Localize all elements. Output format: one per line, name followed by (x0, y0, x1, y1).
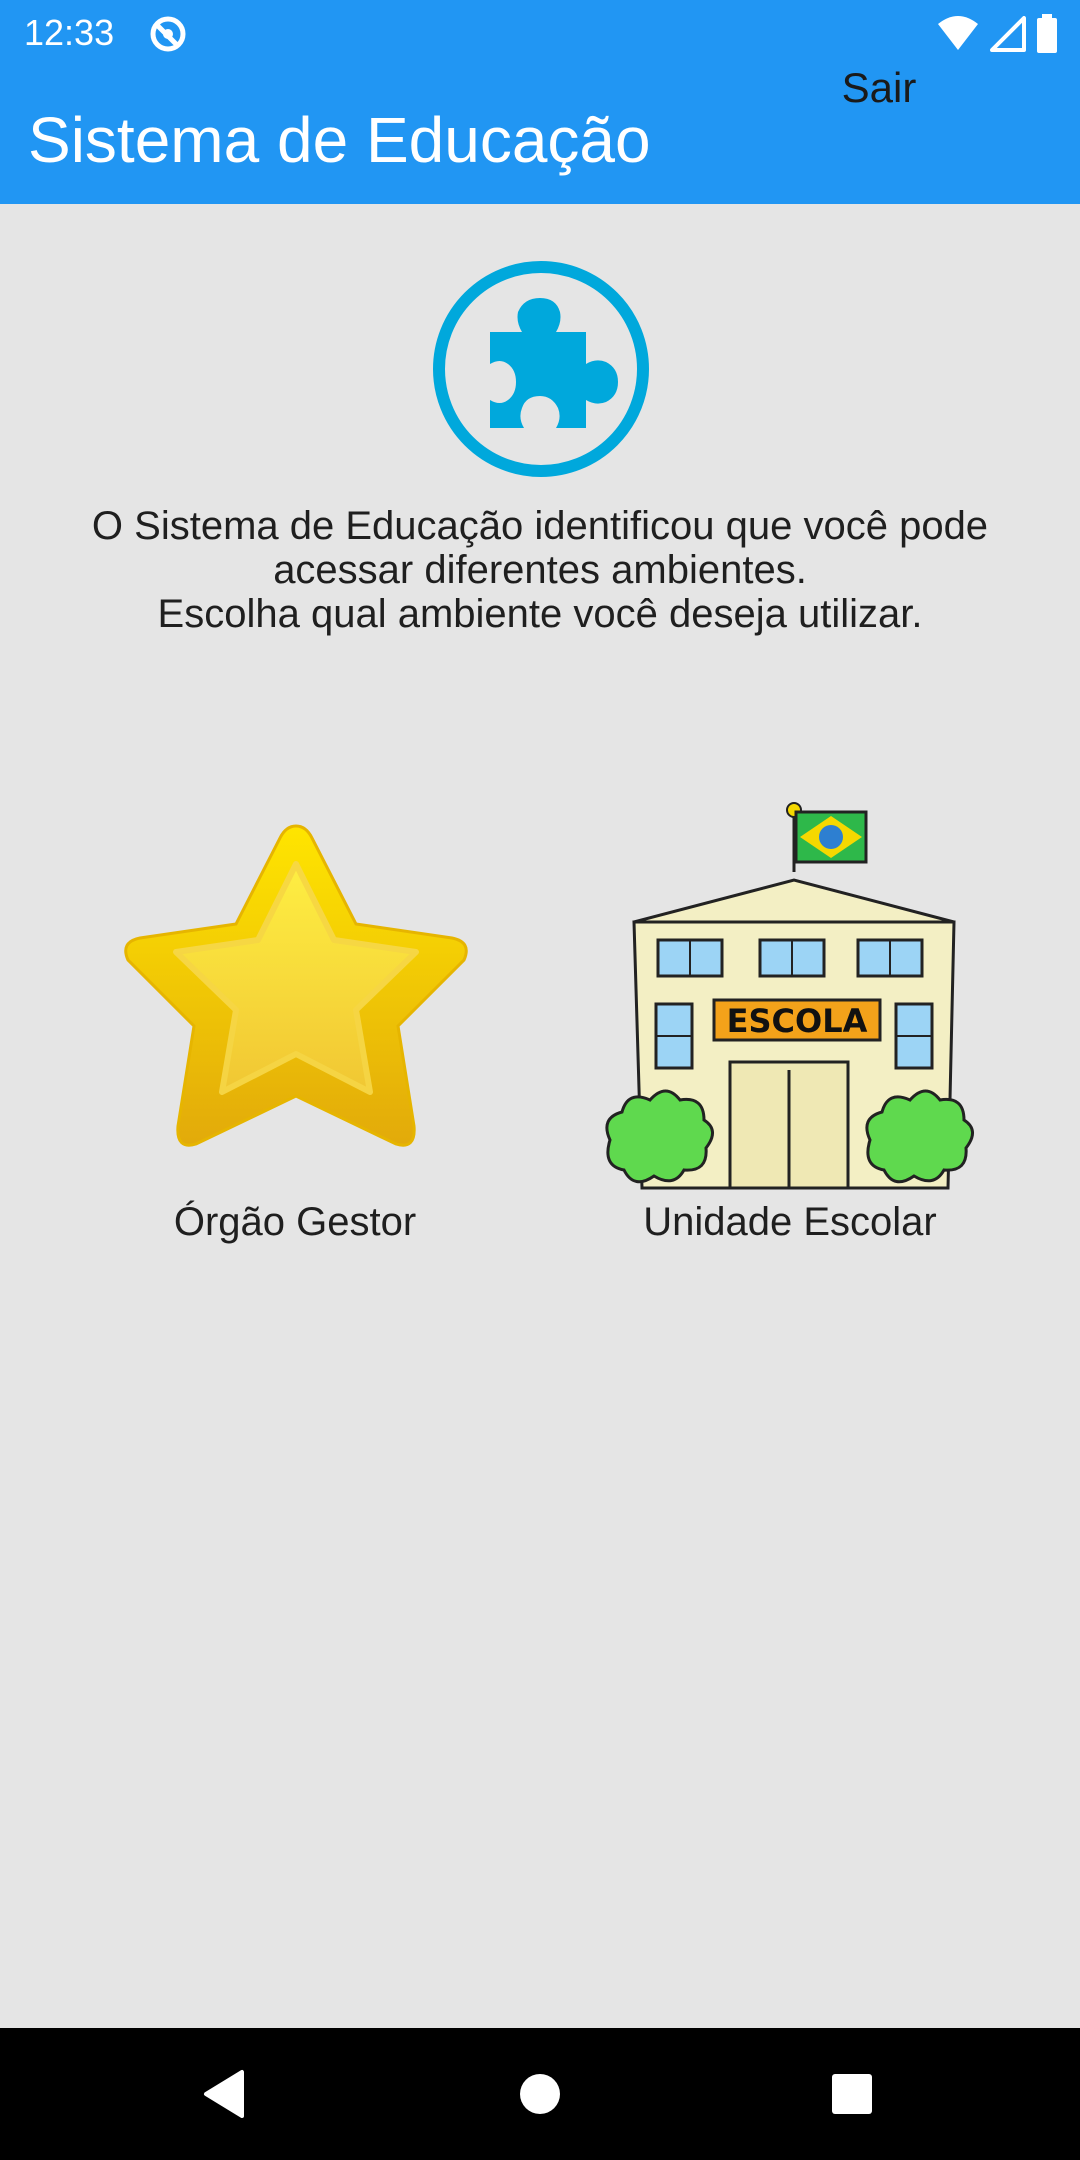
option-orgao-gestor-label: Órgão Gestor (173, 1200, 417, 1244)
logout-button[interactable]: Sair (826, 60, 932, 116)
home-icon[interactable] (510, 2064, 570, 2124)
navigation-bar (0, 2028, 1080, 2160)
school-building-icon: ESCOLA (605, 802, 974, 1190)
option-unidade-escolar[interactable]: ESCOLA Unidade Escolar (590, 800, 990, 1260)
battery-icon (1037, 14, 1057, 53)
info-message-line-1: O Sistema de Educação identificou que vo… (91, 504, 989, 548)
status-icons (936, 12, 1058, 56)
wifi-icon (938, 16, 978, 50)
info-message-line-2: acessar diferentes ambientes. (273, 548, 807, 592)
recents-icon[interactable] (822, 2064, 882, 2124)
screen: 12:33 Sistema de Educação Sair O Sistema… (0, 0, 1080, 2160)
school-sign-text: ESCOLA (727, 1002, 868, 1040)
cell-signal-icon (990, 16, 1026, 52)
app-title: Sistema de Educação (28, 104, 651, 176)
app-header: 12:33 Sistema de Educação Sair (0, 0, 1080, 204)
sync-app-icon (150, 16, 186, 52)
info-message: O Sistema de Educação identificou que vo… (30, 504, 1050, 636)
status-time: 12:33 (24, 12, 115, 53)
back-icon[interactable] (196, 2064, 256, 2124)
status-bar: 12:33 (0, 0, 1080, 66)
star-icon (124, 824, 468, 1147)
puzzle-piece-icon (433, 261, 649, 477)
info-message-line-3: Escolha qual ambiente você deseja utiliz… (157, 592, 923, 636)
option-orgao-gestor[interactable]: Órgão Gestor (100, 800, 490, 1260)
option-unidade-escolar-label: Unidade Escolar (643, 1200, 937, 1244)
